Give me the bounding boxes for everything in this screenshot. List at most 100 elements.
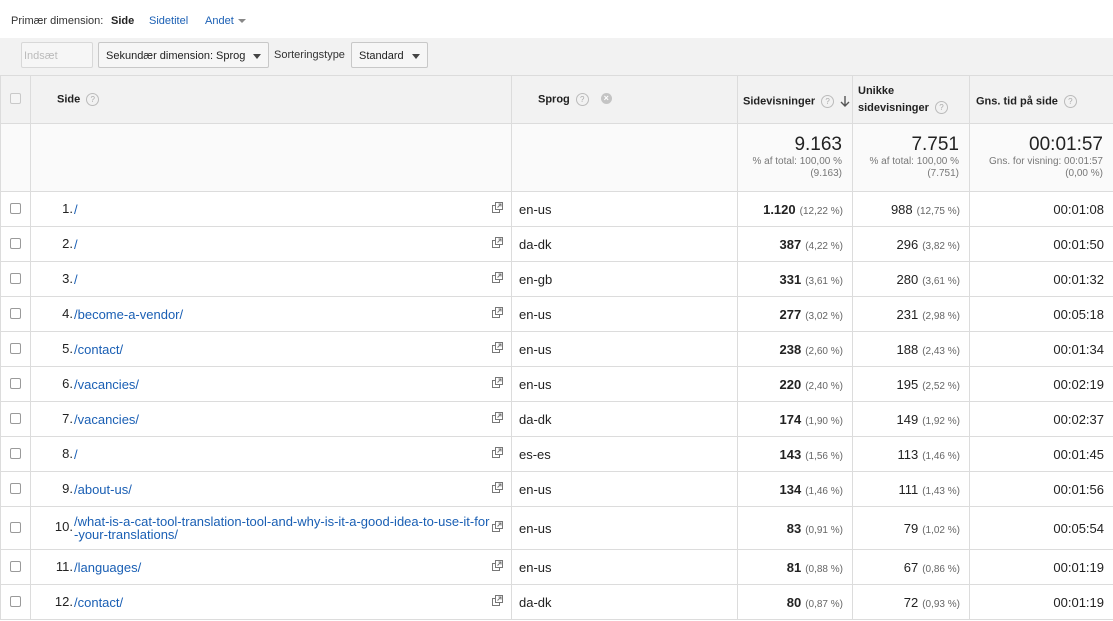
row-checkbox[interactable] — [10, 237, 21, 249]
page-link[interactable]: / — [74, 202, 78, 217]
pageviews-value: 220 — [779, 376, 802, 392]
table-header-row: Side? Sprog? × Sidevisninger? Unikke sidev… — [0, 75, 1113, 124]
row-checkbox[interactable] — [10, 307, 21, 319]
page-link[interactable]: /vacancies/ — [74, 412, 139, 427]
avg-time-cell: 00:01:50 — [969, 226, 1113, 262]
column-header-sidevisninger[interactable]: Sidevisninger? — [737, 75, 853, 124]
pageviews-cell: 220 (2,40 %) — [737, 366, 853, 402]
column-header-sprog[interactable]: Sprog? × — [511, 75, 738, 124]
page-link[interactable]: / — [74, 272, 78, 287]
row-checkbox[interactable] — [10, 447, 21, 459]
page-link[interactable]: /what-is-a-cat-tool-translation-tool-and… — [74, 515, 489, 541]
row-select-cell — [0, 436, 31, 472]
avg-time-cell: 00:01:19 — [969, 549, 1113, 585]
insert-rows-button[interactable]: Indsæt rækker — [21, 42, 93, 88]
open-page-icon[interactable] — [492, 202, 503, 213]
summary-sidevisninger: 9.163 % af total: 100,00 % (9.163) — [737, 123, 853, 192]
page-link[interactable]: / — [74, 447, 78, 462]
language-cell: en-us — [511, 191, 738, 227]
avg-time-cell: 00:01:45 — [969, 436, 1113, 472]
column-header-unikke-sidevisninger[interactable]: Unikke sidevisninger? — [852, 75, 970, 124]
row-select-cell — [0, 401, 31, 437]
page-cell: 2./ — [30, 226, 512, 262]
row-number: 1. — [62, 200, 73, 216]
open-page-icon[interactable] — [492, 237, 503, 248]
page-link[interactable]: / — [74, 237, 78, 252]
open-page-icon[interactable] — [492, 272, 503, 283]
avg-time-cell: 00:01:34 — [969, 331, 1113, 367]
dimension-andet-dropdown[interactable]: Andet — [205, 15, 246, 27]
sort-type-select[interactable]: Standard — [351, 42, 428, 68]
page-cell: 8./ — [30, 436, 512, 472]
unique-pageviews-cell: 195 (2,52 %) — [852, 366, 970, 402]
select-all-checkbox[interactable] — [10, 92, 21, 104]
page-link[interactable]: /become-a-vendor/ — [74, 307, 183, 322]
pageviews-pct: (0,88 %) — [805, 563, 843, 575]
pageviews-pct: (3,61 %) — [805, 275, 843, 287]
chevron-down-icon — [237, 19, 246, 24]
column-header-side[interactable]: Side? — [30, 75, 512, 124]
open-page-icon[interactable] — [492, 342, 503, 353]
pageviews-cell: 1.120 (12,22 %) — [737, 191, 853, 227]
open-page-icon[interactable] — [492, 377, 503, 388]
open-page-icon[interactable] — [492, 412, 503, 423]
summary-row: 9.163 % af total: 100,00 % (9.163) 7.751… — [0, 123, 1113, 192]
unique-pageviews-value: 149 — [896, 411, 919, 427]
help-icon[interactable]: ? — [934, 101, 948, 115]
open-page-icon[interactable] — [492, 482, 503, 493]
dimension-side-active[interactable]: Side — [111, 15, 134, 27]
page-link[interactable]: /contact/ — [74, 342, 123, 357]
secondary-dimension-select[interactable]: Sekundær dimension: Sprog — [98, 42, 270, 68]
help-icon[interactable]: ? — [86, 93, 100, 106]
open-page-icon[interactable] — [492, 595, 503, 606]
row-checkbox[interactable] — [10, 272, 21, 284]
page-link[interactable]: /languages/ — [74, 560, 141, 575]
summary-unikke-abs: (7.751) — [927, 168, 959, 179]
unique-pageviews-cell: 988 (12,75 %) — [852, 191, 970, 227]
pageviews-cell: 387 (4,22 %) — [737, 226, 853, 262]
row-select-cell — [0, 366, 31, 402]
column-side-label: Side — [57, 93, 81, 106]
open-page-icon[interactable] — [492, 560, 503, 571]
row-checkbox[interactable] — [10, 202, 21, 214]
language-cell: da-dk — [511, 226, 738, 262]
row-checkbox[interactable] — [10, 560, 21, 572]
row-number: 10. — [54, 519, 73, 535]
help-icon[interactable]: ? — [1063, 95, 1077, 108]
page-link[interactable]: /vacancies/ — [74, 377, 139, 392]
open-page-icon[interactable] — [492, 307, 503, 318]
row-checkbox[interactable] — [10, 595, 21, 607]
open-page-icon[interactable] — [492, 447, 503, 458]
pageviews-cell: 80 (0,87 %) — [737, 584, 853, 620]
row-number: 12. — [54, 593, 73, 609]
table-row: 11./languages/en-us 81 (0,88 %) 67 (0,86 %) 0… — [0, 549, 1113, 585]
page-cell: 4./become-a-vendor/ — [30, 296, 512, 332]
sort-descending-arrow-icon — [840, 95, 850, 107]
column-header-tid[interactable]: Gns. tid på side? — [969, 75, 1113, 124]
row-number: 8. — [62, 445, 73, 461]
row-checkbox[interactable] — [10, 521, 21, 533]
page-link[interactable]: /contact/ — [74, 595, 123, 610]
help-icon[interactable]: ? — [575, 93, 589, 106]
dimension-sidetitel-link[interactable]: Sidetitel — [149, 15, 188, 27]
avg-time-cell: 00:01:56 — [969, 471, 1113, 507]
pageviews-value: 80 — [786, 594, 802, 610]
row-checkbox[interactable] — [10, 342, 21, 354]
help-icon[interactable]: ? — [821, 95, 835, 108]
row-checkbox[interactable] — [10, 482, 21, 494]
language-cell: en-us — [511, 549, 738, 585]
open-page-icon[interactable] — [492, 521, 503, 532]
secondary-dimension-label: Sekundær dimension: Sprog — [106, 50, 246, 62]
page-link[interactable]: /about-us/ — [74, 482, 132, 497]
row-number: 3. — [62, 270, 73, 286]
explorer-table: Side? Sprog? × Sidevisninger? Unikke sidev… — [0, 75, 1113, 620]
table-row: 5./contact/en-us 238 (2,60 %) 188 (2,43 %) 00… — [0, 331, 1113, 367]
unique-pageviews-cell: 188 (2,43 %) — [852, 331, 970, 367]
row-checkbox[interactable] — [10, 412, 21, 424]
select-all-cell — [0, 75, 31, 124]
row-checkbox[interactable] — [10, 377, 21, 389]
unique-pageviews-pct: (1,46 %) — [922, 450, 960, 462]
dropdown-arrow-icon — [253, 53, 262, 59]
pageviews-value: 387 — [779, 236, 802, 252]
remove-dimension-icon[interactable]: × — [600, 93, 612, 104]
